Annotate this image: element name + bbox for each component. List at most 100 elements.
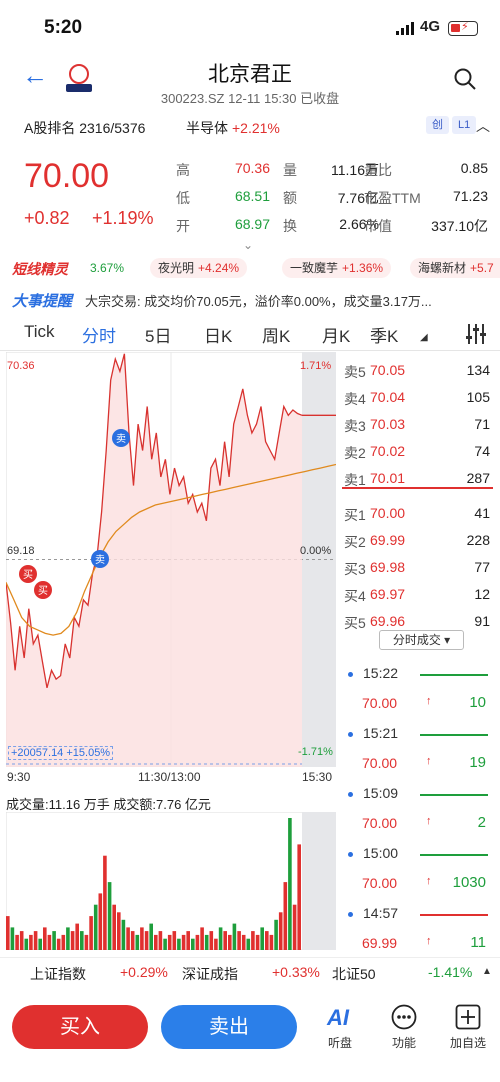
tab-5[interactable]: 月K xyxy=(322,322,350,347)
volume-bar xyxy=(200,927,204,950)
volume-bar xyxy=(38,938,42,950)
order-book-row[interactable]: 卖4 70.04 105 xyxy=(344,385,490,412)
hot-pill[interactable]: 一致魔芋 +1.36% xyxy=(282,258,392,278)
volume-bar xyxy=(43,927,47,950)
collapse-chevron-icon[interactable]: ︿ xyxy=(476,116,490,136)
ob-volume: 287 xyxy=(466,470,490,486)
volume-bar xyxy=(255,934,260,950)
index-change: -1.41% xyxy=(428,964,473,980)
index-change: +0.29% xyxy=(120,964,168,980)
buy-marker-text: 买 xyxy=(23,569,33,581)
stat-label: 开 xyxy=(176,218,190,234)
hot-pill[interactable]: 海螺新材 +5.7 xyxy=(410,258,500,278)
tab-4[interactable]: 周K xyxy=(262,322,290,347)
trade-dot-icon xyxy=(348,851,353,857)
volume-bar xyxy=(89,916,93,950)
stat-label: 量比 xyxy=(364,162,392,178)
volume-bar xyxy=(283,882,288,950)
volume-bar xyxy=(121,919,126,950)
ob-price: 69.97 xyxy=(370,586,406,602)
order-book-row[interactable]: 买3 69.98 77 xyxy=(344,555,490,582)
last-price: 70.00 xyxy=(24,157,110,195)
volume-bar xyxy=(103,855,107,950)
hot-pill-change: +5.7 xyxy=(470,261,494,275)
volume-bar xyxy=(154,934,158,950)
intraday-chart[interactable]: 买买卖卖 xyxy=(6,352,336,767)
expand-chevron-icon[interactable]: ⌄ xyxy=(243,238,253,252)
volume-bar xyxy=(228,934,232,950)
ai-icon[interactable]: AI xyxy=(327,1005,349,1031)
volume-bar xyxy=(269,934,274,950)
volume-bar xyxy=(246,938,251,950)
market-rank[interactable]: A股排名 2316/5376 xyxy=(24,118,145,138)
order-book-row[interactable]: 卖2 70.02 74 xyxy=(344,439,490,466)
time-label-open: 9:30 xyxy=(7,770,31,784)
volume-after-hours xyxy=(302,812,336,950)
volume-bar xyxy=(130,931,135,950)
tab-more-icon[interactable]: ◢ xyxy=(420,332,428,343)
order-book-row[interactable]: 买5 69.96 91 xyxy=(344,609,490,636)
trade-time-text: 15:00 xyxy=(363,845,399,861)
event-badge: 大事提醒 xyxy=(12,293,73,310)
stat-label: 量 xyxy=(283,162,297,178)
index-expand-icon[interactable]: ▲ xyxy=(482,966,492,977)
ob-price: 70.02 xyxy=(370,443,406,459)
index-name[interactable]: 北证50 xyxy=(332,964,376,984)
hot-pill-change: +1.36% xyxy=(342,261,384,275)
order-book-row[interactable]: 买4 69.97 12 xyxy=(344,582,490,609)
hot-pill[interactable]: 夜光明 +4.24% xyxy=(150,258,248,278)
tab-3[interactable]: 日K xyxy=(204,322,232,347)
ob-price: 70.00 xyxy=(370,505,406,521)
sector-label[interactable]: 半导体 +2.21% xyxy=(186,118,280,138)
add-watchlist-icon[interactable] xyxy=(455,1004,481,1030)
buy-button[interactable]: 买入 xyxy=(12,1005,148,1049)
trade-time-text: 14:57 xyxy=(363,905,399,921)
trade-volume: 19 xyxy=(469,754,486,771)
ai-listen-label[interactable]: 听盘 xyxy=(315,1034,365,1051)
order-book-row[interactable]: 买1 70.00 41 xyxy=(344,501,490,528)
function-icon[interactable] xyxy=(391,1004,417,1030)
settings-sliders-icon[interactable] xyxy=(464,322,488,346)
tab-1[interactable]: 分时 xyxy=(82,322,116,347)
tab-0[interactable]: Tick xyxy=(24,322,55,342)
ob-level: 买2 xyxy=(344,534,366,550)
hot-pill-name: 海螺新材 xyxy=(418,261,467,275)
trade-volume: 11 xyxy=(470,934,486,951)
ob-price: 70.01 xyxy=(370,470,406,486)
ob-volume: 228 xyxy=(466,532,490,548)
order-book-row[interactable]: 买2 69.99 228 xyxy=(344,528,490,555)
search-icon[interactable] xyxy=(454,68,476,90)
volume-bar xyxy=(107,882,112,950)
sell-button[interactable]: 卖出 xyxy=(161,1005,297,1049)
add-watchlist-label[interactable]: 加自选 xyxy=(443,1034,493,1051)
ob-price: 69.96 xyxy=(370,613,406,629)
volume-bar xyxy=(84,934,89,950)
volume-bar xyxy=(24,938,29,950)
volume-bar xyxy=(112,904,116,950)
level-tag[interactable]: L1 xyxy=(452,116,477,134)
index-name[interactable]: 深证成指 xyxy=(182,964,238,984)
tab-6[interactable]: 季K xyxy=(370,322,398,347)
function-label[interactable]: 功能 xyxy=(379,1034,429,1051)
volume-bar xyxy=(177,938,181,950)
volume-bar xyxy=(181,934,186,950)
volume-bar xyxy=(237,931,241,950)
ob-price: 70.04 xyxy=(370,389,406,405)
volume-chart[interactable] xyxy=(6,812,336,950)
ob-level: 买1 xyxy=(344,507,366,523)
index-name[interactable]: 上证指数 xyxy=(30,964,86,984)
volume-bar xyxy=(191,938,195,950)
order-book-row[interactable]: 卖1 70.01 287 xyxy=(344,466,490,493)
tab-divider xyxy=(0,350,500,351)
stat-label: 换 xyxy=(283,218,297,234)
order-book-row[interactable]: 卖3 70.03 71 xyxy=(344,412,490,439)
event-text[interactable]: 大宗交易: 成交均价70.05元，溢价率0.00%，成交量3.17万... xyxy=(85,291,432,310)
volume-bar xyxy=(56,938,61,950)
order-book-row[interactable]: 卖5 70.05 134 xyxy=(344,358,490,385)
hot-pill-name: 夜光明 xyxy=(158,261,195,275)
stat-value: 68.97 xyxy=(234,216,270,232)
tab-2[interactable]: 5日 xyxy=(145,322,171,347)
crosshair-readout: +20057.14 +15.05% xyxy=(8,746,114,760)
trade-price: 70.00 xyxy=(362,755,398,771)
signal-icon xyxy=(396,22,414,35)
